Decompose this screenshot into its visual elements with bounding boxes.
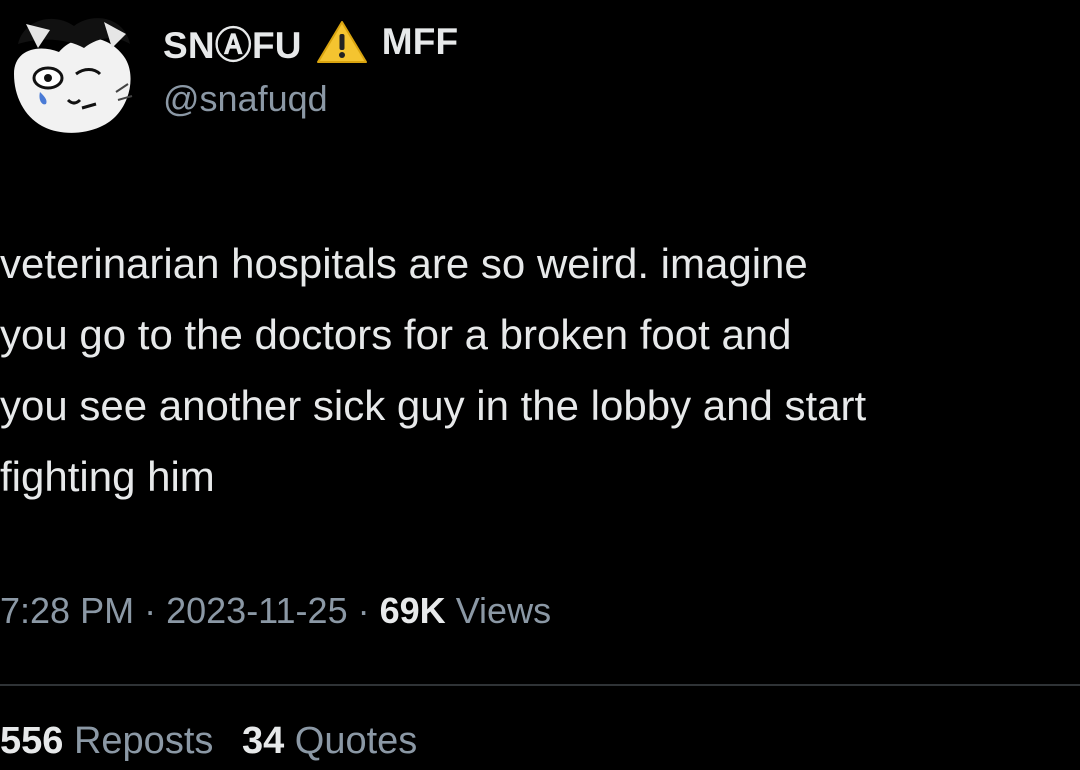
tweet-meta: 7:28 PM · 2023-11-25 · 69K Views — [0, 590, 551, 632]
tweet-text-line: veterinarian hospitals are so weird. ima… — [0, 240, 808, 287]
display-name[interactable]: SNⒶFU — [163, 15, 302, 69]
views-count: 69K — [379, 590, 446, 631]
tweet-text-line: fighting him — [0, 453, 215, 500]
user-handle[interactable]: @snafuqd — [163, 78, 328, 120]
views-label: Views — [455, 590, 552, 631]
tweet-text-line: you see another sick guy in the lobby an… — [0, 382, 867, 429]
reposts-stat[interactable]: 556 Reposts — [0, 720, 224, 762]
avatar[interactable] — [4, 4, 142, 142]
cat-avatar-icon — [4, 4, 142, 142]
meta-separator: · — [357, 590, 370, 631]
tweet-text: veterinarian hospitals are so weird. ima… — [0, 228, 1080, 512]
reposts-label: Reposts — [73, 720, 214, 762]
reposts-count: 556 — [0, 720, 64, 762]
meta-separator: · — [144, 590, 157, 631]
tweet-date[interactable]: 2023-11-25 — [166, 590, 347, 631]
name-suffix: MFF — [381, 21, 459, 62]
tweet-text-line: you go to the doctors for a broken foot … — [0, 311, 792, 358]
quotes-label: Quotes — [294, 720, 418, 762]
tweet-time[interactable]: 7:28 PM — [0, 590, 134, 631]
tweet-stats: 556 Reposts 34 Quotes — [0, 720, 435, 763]
user-name-row[interactable]: SNⒶFU MFF — [163, 14, 458, 70]
warning-icon — [316, 19, 368, 65]
quotes-count: 34 — [241, 720, 285, 762]
divider — [0, 684, 1080, 686]
quotes-stat[interactable]: 34 Quotes — [242, 720, 417, 762]
